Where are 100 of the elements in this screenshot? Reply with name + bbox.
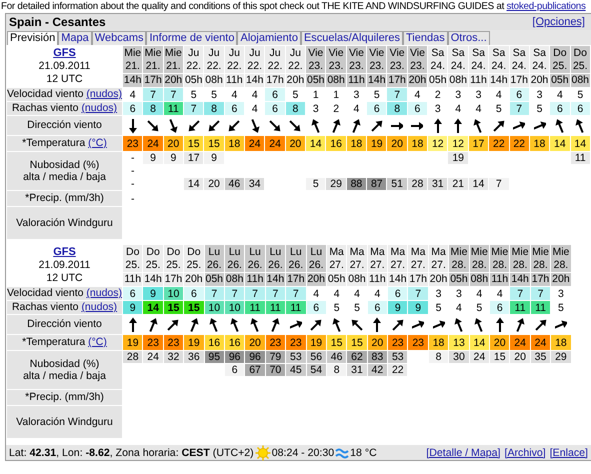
row-label: *Temperatura (22, 137, 86, 149)
cloud-cover-cell: 20 (510, 351, 530, 363)
cloud-cover-cell: 79 (266, 351, 286, 363)
wind-speed-cell-text: 3 (434, 287, 442, 300)
hour-cell: 14h (143, 273, 163, 286)
wind-speed-cell-text: 4 (373, 287, 382, 300)
options-link[interactable]: [Opciones] (532, 16, 585, 28)
hour-cell: 20h (184, 273, 204, 286)
wind-gust-cell: 9 (388, 301, 408, 314)
day-cell: Mie 28. (490, 245, 510, 272)
cloud-cover-cell: 14 (184, 178, 204, 190)
wind-gust-cell-text: 4 (454, 102, 462, 115)
wind-gust-cell-text: 4 (352, 102, 360, 115)
tab[interactable]: Otros... (448, 31, 490, 45)
hour-cell: 14h (388, 273, 408, 286)
temperature-cell: 23 (266, 335, 286, 350)
hour-cell: 08h (448, 74, 468, 87)
model-link[interactable]: GFS (53, 246, 76, 258)
hour-cell: 14h (245, 74, 264, 87)
wind-gust-cell-text: 3 (312, 102, 320, 115)
wind-speed-cell-text: 5 (576, 88, 584, 101)
wind-gust-cell-text: 4 (455, 301, 463, 314)
day-cell: Vie 23. (326, 46, 346, 73)
wind-speed-cell-text: 3 (474, 88, 482, 101)
spot-title: Spain - Cesantes (9, 15, 106, 29)
label-cell: Valoración Windguru (7, 406, 122, 438)
hour-cell: 17h (510, 74, 529, 87)
cloud-cover-cell: 62 (347, 351, 367, 363)
footer-link[interactable]: [Enlace] (550, 446, 588, 458)
temperature-cell: 24 (265, 136, 285, 151)
unit-link[interactable]: (nudos) (86, 287, 122, 299)
cloud-cover-cell: 11 (570, 152, 590, 164)
temperature-cell: 19 (367, 136, 386, 151)
wind-speed-cell-text: 4 (332, 287, 341, 300)
row-label: Velocidad viento (7, 88, 84, 100)
wind-speed-cell-text: 1 (312, 88, 320, 101)
label-cell: Dirección viento (7, 315, 122, 334)
footer-link[interactable]: [Detalle / Mapa] (426, 446, 500, 458)
hour-cell: 08h (224, 273, 244, 286)
wind-speed-cell-text: 5 (292, 88, 300, 101)
tab[interactable]: Tiendas (402, 31, 448, 45)
unit-link[interactable]: (°C) (88, 137, 107, 149)
day-cell: Lu 26. (286, 245, 306, 272)
wind-gust-cell: 9 (123, 301, 142, 314)
temperature-cell: 18 (428, 335, 448, 350)
cloud-cover-cell: 87 (367, 178, 386, 190)
guide-link[interactable]: stoked-publications (506, 1, 586, 12)
wind-speed-cell-text: 4 (494, 88, 503, 101)
cloud-cover-cell: 36 (184, 351, 204, 363)
tab[interactable]: Webcams (92, 31, 146, 45)
wind-speed-cell: 6 (510, 88, 529, 101)
cloud-cover-cell: 29 (326, 178, 346, 190)
tab[interactable]: Mapa (58, 31, 92, 45)
cloud-cover-cell: 5 (306, 178, 326, 190)
wind-speed-cell: 6 (123, 287, 142, 300)
model-link[interactable]: GFS (53, 47, 76, 59)
precip-cell-text: - (130, 192, 136, 206)
wind-speed-cell: 10 (164, 287, 184, 300)
cloud-cover-cell: 8 (428, 351, 448, 363)
tab[interactable]: Previsión (7, 31, 58, 45)
unit-link[interactable]: (nudos) (81, 102, 118, 114)
tab[interactable]: Escuelas/Alquileres (300, 31, 403, 45)
unit-link[interactable]: (°C) (88, 336, 107, 348)
cloud-cover-cell: 15 (490, 351, 510, 363)
tab[interactable]: Informe de viento (146, 31, 238, 45)
wind-speed-cell: 6 (184, 287, 204, 300)
wind-speed-cell: 7 (510, 287, 530, 300)
hour-cell: 17h (286, 273, 306, 286)
label-cell: *Precip. (mm/3h) (7, 390, 122, 405)
wind-gust-cell: 6 (550, 102, 570, 115)
hour-cell: 20h (408, 74, 428, 87)
wind-gust-cell: 11 (286, 301, 306, 314)
tab[interactable]: Alojamiento (237, 31, 301, 45)
wind-gust-cell-text: 3 (434, 102, 442, 115)
temperature-cell: 16 (326, 136, 346, 151)
day-cell: Vie 23. (387, 46, 407, 73)
day-cell: Ma 27. (428, 245, 448, 272)
hour-cell: 14h (510, 273, 530, 286)
hour-cell: 17h (530, 273, 550, 286)
hour-cell: 14h (123, 74, 142, 87)
hour-cell: 14h (489, 74, 508, 87)
wind-speed-cell-text: 3 (454, 88, 462, 101)
day-cell: Do 25. (570, 46, 590, 73)
wind-speed-cell-text: 3 (556, 287, 565, 300)
temperature-cell: 20 (286, 136, 306, 151)
cloud-cover-cell: 28 (123, 351, 142, 363)
wind-gust-cell: 11 (530, 301, 550, 314)
wind-gust-cell: 9 (408, 301, 428, 314)
day-cell: Ju 22. (265, 46, 285, 73)
wind-gust-cell: 7 (510, 102, 529, 115)
wind-gust-cell-text: 4 (250, 102, 259, 115)
temperature-cell: 23 (123, 136, 142, 151)
unit-link[interactable]: (nudos) (86, 88, 122, 100)
row-label: Rachas viento (12, 301, 79, 313)
wind-speed-cell: 6 (265, 88, 285, 101)
unit-link[interactable]: (nudos) (81, 301, 118, 313)
day-cell: Do 25. (123, 245, 142, 272)
hour-cell: 11h (368, 273, 388, 286)
footer-link[interactable]: [Archivo] (504, 446, 546, 458)
cloud-cover-cell: 29 (551, 351, 571, 363)
